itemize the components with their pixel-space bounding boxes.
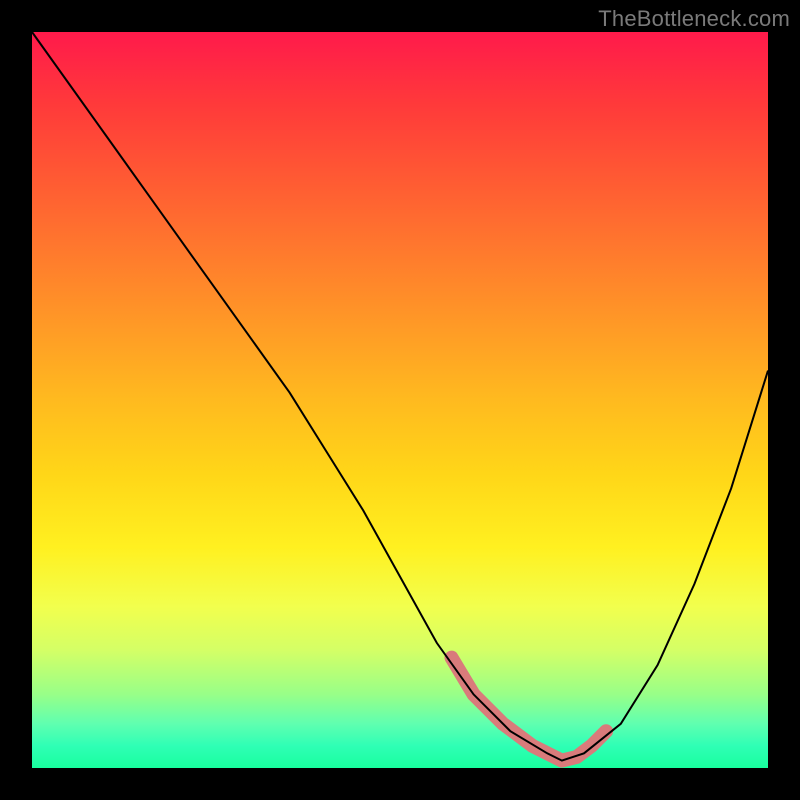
chart-container: TheBottleneck.com	[0, 0, 800, 800]
plot-area	[32, 32, 768, 768]
watermark-text: TheBottleneck.com	[598, 6, 790, 32]
optimal-range-highlight	[452, 658, 607, 761]
bottleneck-curve	[32, 32, 768, 761]
chart-svg	[32, 32, 768, 768]
